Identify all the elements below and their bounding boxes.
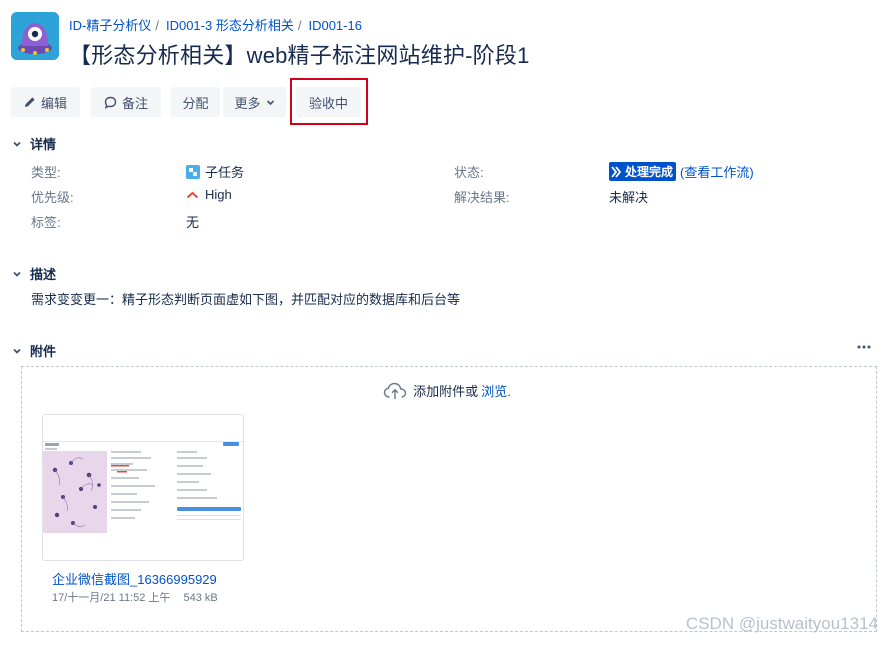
highlight-box bbox=[290, 78, 368, 125]
assign-button-label: 分配 bbox=[182, 95, 209, 111]
screenshot-preview-image bbox=[43, 415, 243, 560]
type-value: 子任务 bbox=[186, 162, 244, 181]
priority-value-text: High bbox=[205, 187, 232, 202]
type-value-text: 子任务 bbox=[205, 165, 245, 180]
status-chevron-icon bbox=[611, 165, 622, 178]
breadcrumb-parent-issue[interactable]: ID001-3 形态分析相关 bbox=[166, 18, 294, 33]
page-title: 【形态分析相关】web精子标注网站维护-阶段1 bbox=[69, 43, 530, 68]
attachments-section-toggle[interactable]: 附件 bbox=[12, 341, 56, 360]
resolution-value: 未解决 bbox=[609, 190, 649, 205]
priority-label: 优先级: bbox=[31, 190, 74, 205]
assign-button[interactable]: 分配 bbox=[171, 87, 220, 117]
chevron-down-icon bbox=[12, 269, 22, 279]
attachments-heading: 附件 bbox=[30, 344, 57, 359]
status-lozenge: 处理完成 bbox=[609, 162, 677, 181]
watermark: CSDN @justwaityou1314 bbox=[685, 614, 878, 633]
breadcrumb: ID-精子分析仪 / ID001-3 形态分析相关 / ID001-16 bbox=[69, 15, 362, 34]
more-button[interactable]: 更多 bbox=[223, 87, 286, 117]
comment-button-label: 备注 bbox=[121, 95, 148, 111]
attachment-size: 543 kB bbox=[183, 592, 218, 604]
attachment-date: 17/十一月/21 11:52 上午 bbox=[52, 592, 171, 604]
attachment-drop-text: 添加附件或 浏览. bbox=[0, 381, 894, 400]
edit-button-label: 编辑 bbox=[40, 95, 67, 111]
description-section-toggle[interactable]: 描述 bbox=[12, 264, 56, 283]
comment-icon bbox=[104, 96, 117, 109]
subtask-icon bbox=[186, 164, 200, 179]
breadcrumb-project[interactable]: ID-精子分析仪 bbox=[69, 18, 151, 33]
attachment-file-name[interactable]: 企业微信截图_16366995929 bbox=[52, 569, 234, 588]
chevron-down-icon bbox=[12, 346, 22, 356]
chevron-down-icon bbox=[266, 98, 275, 107]
details-heading: 详情 bbox=[30, 137, 57, 152]
chevron-down-icon bbox=[12, 139, 22, 149]
attachment-file-meta: 17/十一月/21 11:52 上午 543 kB bbox=[52, 589, 218, 605]
cloud-upload-icon bbox=[383, 382, 407, 400]
status-lozenge-text: 处理完成 bbox=[625, 165, 674, 179]
more-button-label: 更多 bbox=[234, 95, 261, 111]
more-options-icon[interactable] bbox=[856, 341, 872, 356]
edit-button[interactable]: 编辑 bbox=[11, 87, 80, 117]
resolution-label: 解决结果: bbox=[454, 190, 510, 205]
labels-label: 标签: bbox=[31, 215, 61, 230]
description-text: 需求变变更一：精子形态判断页面虚如下图，并匹配对应的数据库和后台等 bbox=[31, 292, 461, 307]
details-section-toggle[interactable]: 详情 bbox=[12, 134, 56, 153]
description-heading: 描述 bbox=[30, 267, 57, 282]
status-label: 状态: bbox=[454, 165, 484, 180]
breadcrumb-separator: / bbox=[155, 18, 159, 33]
browse-link[interactable]: 浏览. bbox=[481, 381, 511, 400]
pencil-icon bbox=[24, 96, 36, 108]
project-avatar[interactable] bbox=[11, 12, 59, 60]
comment-button[interactable]: 备注 bbox=[91, 87, 161, 117]
breadcrumb-separator: / bbox=[297, 18, 302, 33]
priority-high-icon bbox=[186, 190, 199, 200]
attachment-thumbnail[interactable] bbox=[42, 414, 244, 561]
priority-value: High bbox=[186, 187, 232, 202]
type-label: 类型: bbox=[31, 165, 61, 180]
view-workflow-link[interactable]: (查看工作流) bbox=[680, 162, 754, 181]
drop-text-label: 添加附件或 bbox=[413, 384, 479, 399]
breadcrumb-issue-key[interactable]: ID001-16 bbox=[308, 18, 361, 33]
status-value: 处理完成 (查看工作流) bbox=[609, 162, 754, 181]
labels-value: 无 bbox=[186, 215, 200, 230]
